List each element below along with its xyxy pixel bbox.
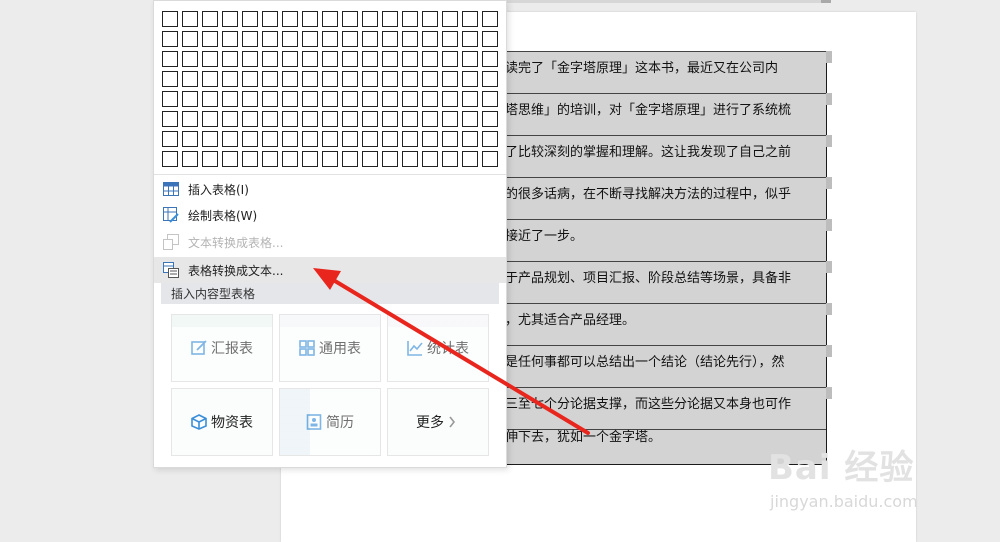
watermark-brand: Bai 经验 — [768, 448, 915, 488]
watermark-url: jingyan.baidu.com — [770, 492, 918, 511]
baidu-jingyan-watermark: Bai 经验 jingyan.baidu.com — [760, 440, 1000, 520]
